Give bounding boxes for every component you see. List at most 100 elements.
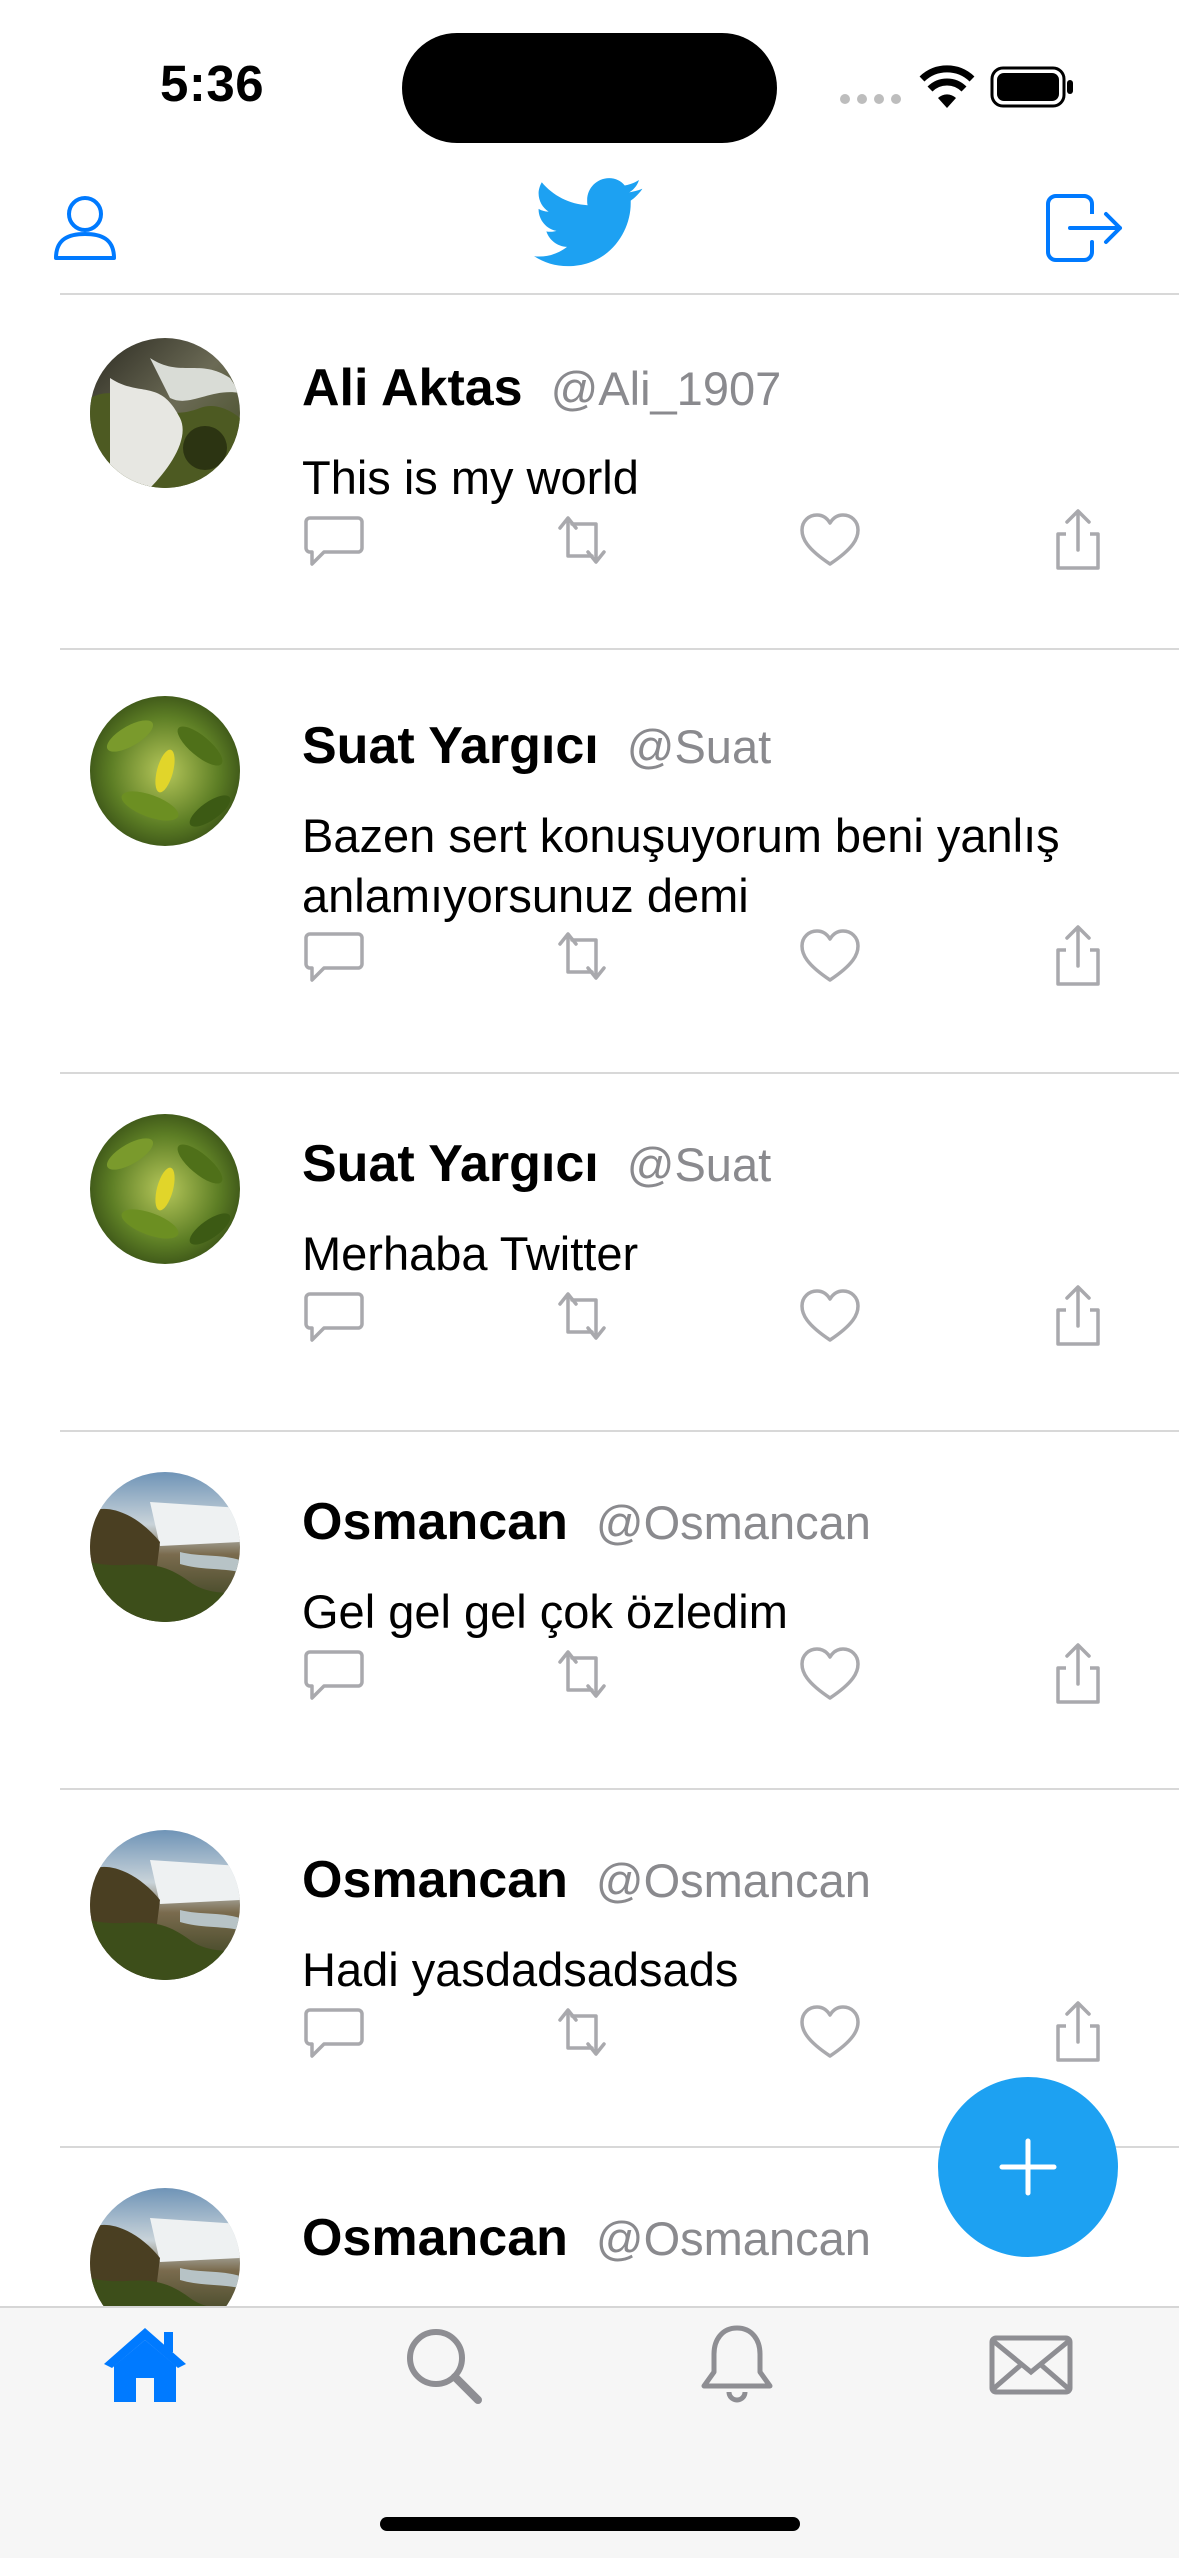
author-handle: @Osmancan: [595, 1496, 871, 1549]
tweet-cell[interactable]: Suat Yargıcı @Suat Merhaba Twitter: [0, 1074, 1179, 1432]
tweet-actions: [302, 508, 1112, 572]
comment-icon: [304, 2008, 364, 2058]
wifi-icon: [918, 64, 976, 108]
tweet-text: Hadi yasdadsadsads: [302, 1943, 739, 1996]
share-button[interactable]: [1046, 1642, 1110, 1706]
tweet-author-name: Suat Yargıcı @Suat: [302, 1134, 771, 1194]
reply-button[interactable]: [302, 508, 366, 572]
bell-icon: [701, 2325, 773, 2403]
profile-button[interactable]: [52, 192, 118, 264]
author-handle: @Suat: [626, 1138, 772, 1191]
share-icon: [1056, 2001, 1100, 2062]
author-display-name: Ali Aktas: [302, 359, 523, 417]
heart-icon: [800, 2005, 860, 2058]
reply-button[interactable]: [302, 1642, 366, 1706]
author-handle: @Osmancan: [595, 2212, 871, 2265]
status-time: 5:36: [160, 55, 265, 112]
retweet-icon: [558, 932, 606, 980]
tab-search[interactable]: [398, 2320, 488, 2410]
tab-notifications[interactable]: [692, 2320, 782, 2410]
tweet-author-name: Osmancan @Osmancan: [302, 2208, 871, 2268]
tweet-text: Gel gel gel çok özledim: [302, 1585, 788, 1638]
like-button[interactable]: [798, 2000, 862, 2064]
author-display-name: Osmancan: [302, 1493, 568, 1551]
plus-icon: [999, 2138, 1057, 2196]
logout-button[interactable]: [1044, 190, 1124, 266]
tweet-actions: [302, 1284, 1112, 1348]
share-icon: [1056, 509, 1100, 570]
tab-home[interactable]: [100, 2320, 190, 2410]
reply-button[interactable]: [302, 924, 366, 988]
tweet-author-name: Suat Yargıcı @Suat: [302, 716, 771, 776]
author-display-name: Suat Yargıcı: [302, 1135, 599, 1193]
heart-icon: [800, 1647, 860, 1700]
tweet-cell[interactable]: Suat Yargıcı @Suat Bazen sert konuşuyorum …: [0, 656, 1179, 1074]
twitter-logo: [534, 178, 644, 270]
tweet-author-name: Osmancan @Osmancan: [302, 1850, 871, 1910]
heart-icon: [800, 929, 860, 982]
retweet-button[interactable]: [550, 2000, 614, 2064]
comment-icon: [304, 516, 364, 566]
home-icon: [104, 2328, 186, 2402]
retweet-button[interactable]: [550, 1642, 614, 1706]
tweet-cell[interactable]: Osmancan @Osmancan Gel gel gel çok özledim: [0, 1432, 1179, 1790]
like-button[interactable]: [798, 924, 862, 988]
logout-icon: [1046, 194, 1122, 262]
like-button[interactable]: [798, 1284, 862, 1348]
search-icon: [407, 2329, 482, 2404]
comment-icon: [304, 932, 364, 982]
tweet-text: Merhaba Twitter: [302, 1227, 639, 1280]
twitter-bird-icon: [534, 178, 643, 267]
comment-icon: [304, 1650, 364, 1700]
author-display-name: Osmancan: [302, 1851, 568, 1909]
tweet-actions: [302, 1642, 1112, 1706]
retweet-button[interactable]: [550, 508, 614, 572]
mail-icon: [989, 2335, 1073, 2395]
share-button[interactable]: [1046, 1284, 1110, 1348]
avatar[interactable]: [90, 1830, 240, 1980]
share-button[interactable]: [1046, 924, 1110, 988]
avatar[interactable]: [90, 338, 240, 488]
tweet-author-name: Ali Aktas @Ali_1907: [302, 358, 781, 418]
tweet-text: Bazen sert konuşuyorum beni yanlış anlam…: [302, 809, 1060, 922]
share-icon: [1056, 1643, 1100, 1704]
comment-icon: [304, 1292, 364, 1342]
reply-button[interactable]: [302, 2000, 366, 2064]
reply-button[interactable]: [302, 1284, 366, 1348]
share-button[interactable]: [1046, 2000, 1110, 2064]
tweet-actions: [302, 2000, 1112, 2064]
retweet-icon: [558, 1292, 606, 1340]
heart-icon: [800, 513, 860, 566]
author-display-name: Suat Yargıcı: [302, 717, 599, 775]
nav-divider: [60, 293, 1179, 295]
author-display-name: Osmancan: [302, 2209, 568, 2267]
retweet-button[interactable]: [550, 1284, 614, 1348]
author-handle: @Osmancan: [595, 1854, 871, 1907]
retweet-icon: [558, 2008, 606, 2056]
tweet-divider: [60, 648, 1179, 650]
compose-tweet-button[interactable]: [938, 2077, 1118, 2257]
heart-icon: [800, 1289, 860, 1342]
tweet-cell[interactable]: Ali Aktas @Ali_1907 This is my world: [0, 298, 1179, 650]
dynamic-island: [402, 33, 777, 143]
share-icon: [1056, 1285, 1100, 1346]
author-handle: @Ali_1907: [550, 362, 782, 415]
like-button[interactable]: [798, 508, 862, 572]
retweet-icon: [558, 1650, 606, 1698]
battery-icon: [990, 66, 1076, 108]
retweet-icon: [558, 516, 606, 564]
signal-icon: [838, 92, 904, 106]
avatar[interactable]: [90, 1472, 240, 1622]
person-icon: [54, 196, 116, 260]
share-icon: [1056, 925, 1100, 986]
avatar[interactable]: [90, 696, 240, 846]
tweet-text: This is my world: [302, 451, 639, 504]
share-button[interactable]: [1046, 508, 1110, 572]
tweet-author-name: Osmancan @Osmancan: [302, 1492, 871, 1552]
tab-messages[interactable]: [986, 2320, 1076, 2410]
retweet-button[interactable]: [550, 924, 614, 988]
avatar[interactable]: [90, 1114, 240, 1264]
author-handle: @Suat: [626, 720, 772, 773]
home-indicator: [380, 2517, 800, 2531]
like-button[interactable]: [798, 1642, 862, 1706]
